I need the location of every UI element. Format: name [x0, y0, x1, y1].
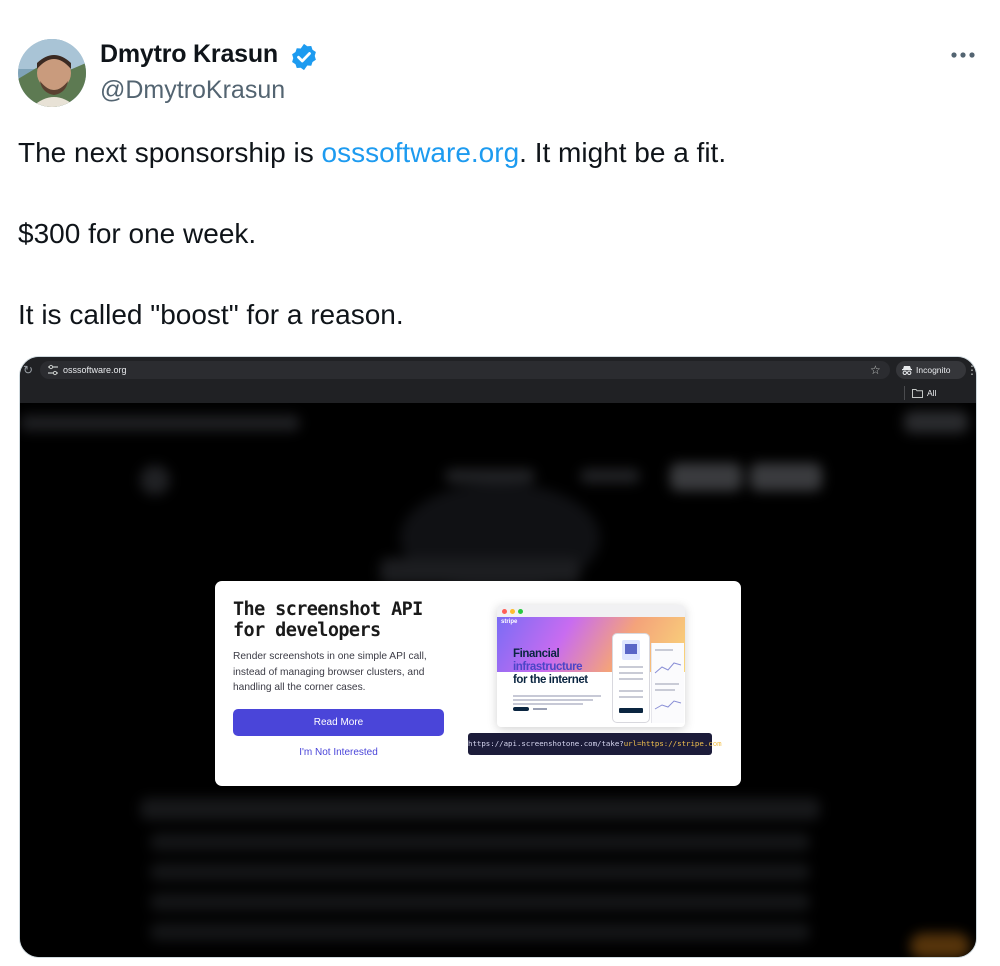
tweet-text-segment: . It might be a fit.	[519, 137, 727, 168]
folder-icon	[912, 389, 923, 398]
read-more-button[interactable]: Read More	[233, 709, 444, 736]
stripe-preview-image: stripe Financial infrastructure for the …	[497, 605, 685, 727]
preview-window-chrome	[497, 605, 685, 617]
window-dot-icon	[510, 609, 515, 614]
verified-badge-icon	[292, 43, 316, 71]
preview-phone-mockup	[612, 633, 650, 723]
preview-headline-line: infrastructure	[513, 661, 583, 673]
preview-headline-line: for the internet	[513, 674, 588, 686]
more-options-icon[interactable]	[946, 42, 980, 68]
preview-logo: stripe	[501, 619, 518, 625]
tweet-line-1: The next sponsorship is osssoftware.org.…	[18, 133, 978, 173]
window-dot-icon	[518, 609, 523, 614]
reload-icon[interactable]: ↻	[23, 362, 37, 378]
incognito-label: Incognito	[916, 365, 951, 375]
avatar[interactable]	[18, 39, 86, 107]
preview-dashboard-mockup	[651, 643, 684, 723]
bookmarks-divider	[904, 386, 905, 400]
ad-title-line: The screenshot API	[233, 599, 423, 620]
url-text[interactable]: osssoftware.org	[63, 363, 127, 377]
api-url-base: https://api.screenshotone.com/take?	[468, 739, 624, 748]
api-url-snippet: https://api.screenshotone.com/take?url=h…	[468, 733, 722, 755]
author-name[interactable]: Dmytro Krasun	[100, 40, 278, 69]
preview-body-lines	[513, 695, 601, 711]
blurred-page-background: The screenshot API for developers Render…	[20, 403, 976, 957]
not-interested-link[interactable]: I'm Not Interested	[233, 746, 444, 760]
preview-headline: Financial infrastructure for the interne…	[513, 648, 613, 687]
browser-toolbar: ↻ osssoftware.org ☆ Incognito ⋮	[20, 357, 976, 383]
sponsor-ad-modal: The screenshot API for developers Render…	[215, 581, 741, 786]
tweet-line-3: It is called "boost" for a reason.	[18, 299, 404, 330]
api-url-query: url=https://stripe.com	[623, 739, 722, 748]
window-dot-icon	[502, 609, 507, 614]
floating-widget	[910, 933, 970, 957]
address-bar[interactable]	[40, 361, 890, 379]
ad-title-line: for developers	[233, 620, 381, 641]
star-icon[interactable]: ☆	[870, 362, 881, 378]
kebab-menu-icon[interactable]: ⋮	[966, 363, 976, 377]
tweet-media-image[interactable]: ↻ osssoftware.org ☆ Incognito ⋮ All Book…	[19, 356, 977, 958]
ad-title: The screenshot API for developers	[233, 599, 463, 641]
tweet-text: The next sponsorship is osssoftware.org.…	[18, 133, 978, 376]
tweet-line-2: $300 for one week.	[18, 218, 257, 249]
author-handle[interactable]: @DmytroKrasun	[100, 76, 285, 105]
tweet-link[interactable]: osssoftware.org	[322, 137, 520, 168]
bookmarks-bar: All Bookmarks	[20, 383, 976, 412]
preview-headline-line: Financial	[513, 648, 560, 660]
tweet-text-segment: The next sponsorship is	[18, 137, 322, 168]
site-info-icon[interactable]	[46, 363, 60, 377]
ad-description: Render screenshots in one simple API cal…	[233, 651, 427, 693]
incognito-icon	[902, 366, 912, 376]
